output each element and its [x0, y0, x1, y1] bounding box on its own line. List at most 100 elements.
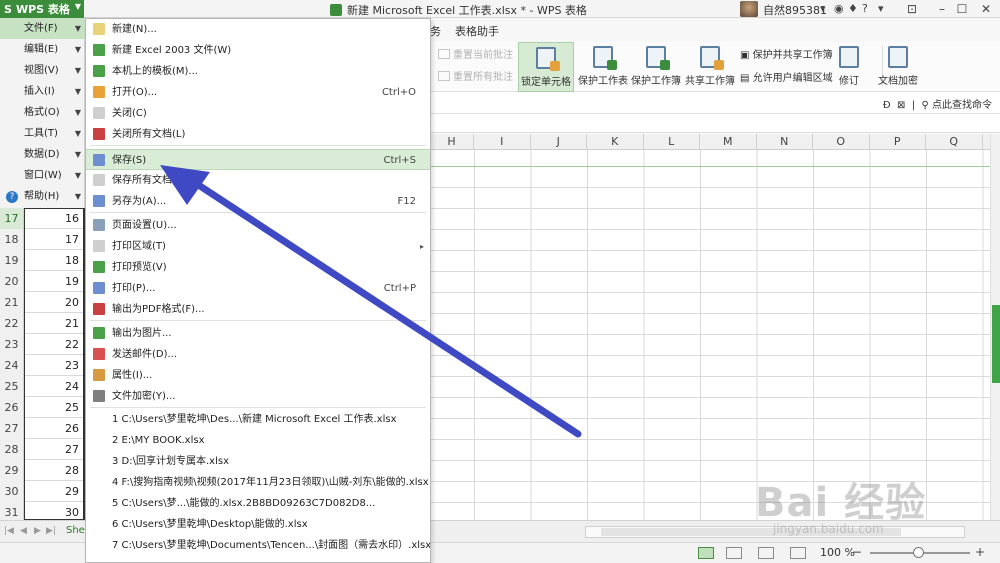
shirt-icon[interactable]: ♦	[848, 2, 858, 15]
column-header[interactable]: M	[700, 134, 757, 150]
zoom-out-icon[interactable]: −	[852, 545, 862, 559]
menu-encrypt-file-item[interactable]: 文件加密(Y)...	[86, 386, 430, 407]
cell-value[interactable]: 23	[24, 355, 85, 376]
row-header[interactable]: 22	[0, 313, 24, 334]
row-header[interactable]: 29	[0, 460, 24, 481]
prev-sheet-icon[interactable]: ◀	[20, 526, 27, 536]
cell-value[interactable]: 17	[24, 229, 85, 250]
menu-file[interactable]: 文件(F) ▼	[0, 18, 85, 39]
menu-close-all-item[interactable]: 关闭所有文档(L)	[86, 124, 430, 145]
reading-view-icon[interactable]	[790, 547, 806, 559]
protect-sheet-button[interactable]: 保护工作表	[576, 42, 630, 92]
first-sheet-icon[interactable]: |◀	[4, 526, 14, 536]
row-header[interactable]: 19	[0, 250, 24, 271]
row-header[interactable]: 25	[0, 376, 24, 397]
column-header[interactable]: L	[644, 134, 700, 150]
next-sheet-icon[interactable]: ▶	[34, 526, 41, 536]
reset-current-comment-button[interactable]: 重置当前批注	[438, 46, 513, 61]
dropdown-icon[interactable]: ▾	[820, 2, 826, 15]
recent-file-item[interactable]: 3 D:\回享计划专属本.xlsx	[86, 451, 430, 472]
recent-file-item[interactable]: 6 C:\Users\梦里乾坤\Desktop\能做的.xlsx	[86, 514, 430, 535]
row-header[interactable]: 24	[0, 355, 24, 376]
tab-table-helper[interactable]: 表格助手	[455, 23, 499, 39]
recent-file-item[interactable]: 5 C:\Users\梦...\能做的.xlsx.2B8BD09263C7D08…	[86, 493, 430, 514]
menu-page-setup-item[interactable]: 页面设置(U)...	[86, 215, 430, 236]
row-header[interactable]: 20	[0, 271, 24, 292]
formula-bar[interactable]	[430, 115, 1000, 133]
cell-value[interactable]: 26	[24, 418, 85, 439]
wps-app-button[interactable]: S WPS 表格 ▼	[0, 0, 84, 18]
column-header[interactable]: I	[474, 134, 531, 150]
cell-grid[interactable]	[430, 150, 990, 520]
menu-edit[interactable]: 编辑(E) ▼	[0, 39, 85, 60]
cell-value[interactable]: 27	[24, 439, 85, 460]
cell-value[interactable]: 24	[24, 376, 85, 397]
last-sheet-icon[interactable]: ▶|	[46, 526, 56, 536]
share-book-button[interactable]: 共享工作簿	[684, 42, 736, 92]
recent-file-item[interactable]: 7 C:\Users\梦里乾坤\Documents\Tencen...\封面图（…	[86, 535, 430, 556]
menu-insert[interactable]: 插入(I) ▼	[0, 81, 85, 102]
command-search[interactable]: Ð ⊠ | ⚲ 点此查找命令	[883, 96, 992, 111]
menu-format[interactable]: 格式(O) ▼	[0, 102, 85, 123]
revisions-button[interactable]: 修订	[834, 42, 864, 92]
zoom-level[interactable]: 100 %	[820, 546, 855, 559]
column-header[interactable]: H	[430, 134, 474, 150]
side-panel-toggle[interactable]	[992, 305, 1000, 383]
sheet-tab[interactable]: She	[66, 525, 85, 536]
menu-new-item[interactable]: 新建(N)...	[86, 19, 430, 40]
allow-edit-ranges-button[interactable]: ▤ 允许用户编辑区域	[740, 69, 833, 84]
protect-book-button[interactable]: 保护工作簿	[630, 42, 682, 92]
menu-send-mail-item[interactable]: 发送邮件(D)...	[86, 344, 430, 365]
menu-help[interactable]: ? 帮助(H) ▼	[0, 186, 85, 207]
menu-export-image-item[interactable]: 输出为图片...	[86, 323, 430, 344]
cell-value[interactable]: 20	[24, 292, 85, 313]
reset-all-comments-button[interactable]: 重置所有批注	[438, 68, 513, 83]
menu-print-item[interactable]: 打印(P)... Ctrl+P	[86, 278, 430, 299]
menu-data[interactable]: 数据(D) ▼	[0, 144, 85, 165]
recent-file-item[interactable]: 2 E:\MY BOOK.xlsx	[86, 430, 430, 451]
recent-file-item[interactable]: 1 C:\Users\梦里乾坤\Des...\新建 Microsoft Exce…	[86, 409, 430, 430]
cell-value[interactable]: 18	[24, 250, 85, 271]
normal-view-icon[interactable]	[698, 547, 714, 559]
cell-value[interactable]: 28	[24, 460, 85, 481]
menu-save-item[interactable]: 保存(S) Ctrl+S	[86, 149, 430, 170]
help-icon[interactable]: ?	[862, 2, 868, 15]
recent-file-item[interactable]: 4 F:\搜狗指南视频\视频(2017年11月23日领取)\山贼-刘东\能做的.…	[86, 472, 430, 493]
menu-open-item[interactable]: 打开(O)... Ctrl+O	[86, 82, 430, 103]
menu-properties-item[interactable]: 属性(I)...	[86, 365, 430, 386]
menu-print-area-item[interactable]: 打印区域(T) ▸	[86, 236, 430, 257]
column-header[interactable]: O	[813, 134, 870, 150]
cell-value[interactable]: 16	[24, 208, 85, 229]
lock-cells-button[interactable]: 锁定单元格	[518, 42, 574, 92]
menu-tools[interactable]: 工具(T) ▼	[0, 123, 85, 144]
column-header[interactable]: Q	[926, 134, 983, 150]
row-header[interactable]: 18	[0, 229, 24, 250]
column-header[interactable]: P	[870, 134, 926, 150]
zoom-knob[interactable]	[913, 547, 924, 558]
close-button[interactable]: ✕	[972, 0, 1000, 18]
user-avatar[interactable]	[740, 1, 758, 17]
menu-save-as-item[interactable]: 另存为(A)... F12	[86, 191, 430, 212]
menu-template-item[interactable]: 本机上的模板(M)...	[86, 61, 430, 82]
column-header[interactable]: J	[531, 134, 587, 150]
row-header[interactable]: 26	[0, 397, 24, 418]
tab-review-partial[interactable]: 务	[430, 23, 441, 39]
row-header[interactable]: 23	[0, 334, 24, 355]
row-header[interactable]: 28	[0, 439, 24, 460]
row-header[interactable]: 27	[0, 418, 24, 439]
column-header[interactable]: N	[757, 134, 813, 150]
menu-save-all-item[interactable]: 保存所有文档	[86, 170, 430, 191]
menu-close-item[interactable]: 关闭(C)	[86, 103, 430, 124]
menu-new-xls2003-item[interactable]: 新建 Excel 2003 文件(W)	[86, 40, 430, 61]
menu-window[interactable]: 窗口(W) ▼	[0, 165, 85, 186]
menu-down-icon[interactable]: ▾	[878, 2, 884, 15]
page-layout-view-icon[interactable]	[758, 547, 774, 559]
bell-icon[interactable]: ◉	[834, 2, 844, 15]
cell-value[interactable]: 25	[24, 397, 85, 418]
column-header[interactable]: K	[587, 134, 644, 150]
row-header[interactable]: 30	[0, 481, 24, 502]
menu-export-pdf-item[interactable]: 输出为PDF格式(F)...	[86, 299, 430, 320]
encrypt-button[interactable]: 文档加密	[876, 42, 920, 92]
row-header[interactable]: 17	[0, 208, 24, 229]
protect-share-button[interactable]: ▣ 保护并共享工作簿	[740, 46, 833, 61]
